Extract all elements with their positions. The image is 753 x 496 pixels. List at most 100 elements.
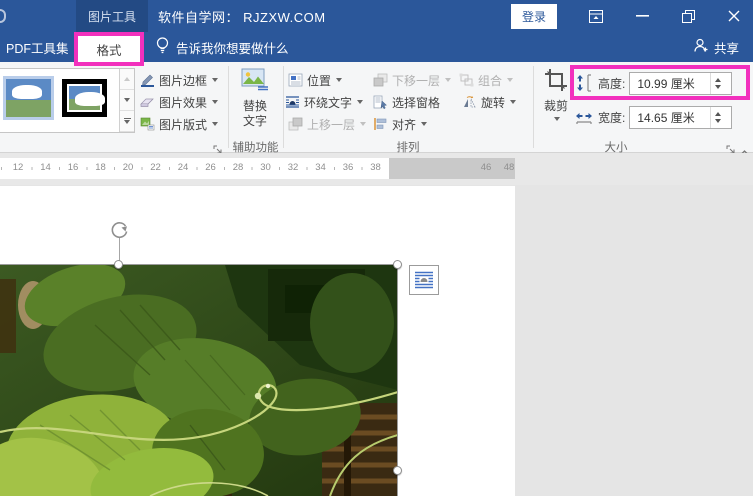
bring-forward-button: 上移一层	[288, 115, 367, 133]
ruler-number: 46	[480, 162, 492, 173]
height-input[interactable]	[630, 76, 711, 90]
shape-width-icon	[575, 108, 595, 126]
selection-pane-label: 选择窗格	[392, 95, 441, 110]
bring-forward-label: 上移一层	[307, 117, 356, 132]
ruler-zone: 12 14 16 18 20 22 24 26 28 30 32 34 36 3…	[0, 153, 753, 185]
picture-border-button[interactable]: 图片边框	[140, 71, 219, 89]
minimize-button[interactable]	[627, 0, 657, 32]
dropdown-icon	[212, 122, 219, 126]
ruler-number: 24	[177, 162, 189, 173]
height-label: 高度:	[598, 76, 626, 91]
format-tab-highlight: 格式	[74, 32, 144, 66]
picture-effects-label: 图片效果	[159, 95, 208, 110]
ruler-number: 26	[205, 162, 216, 173]
spin-up-icon	[715, 77, 722, 82]
resize-handle-top-center[interactable]	[114, 260, 123, 269]
dropdown-icon	[445, 78, 452, 82]
ruler-number: 18	[95, 162, 106, 173]
shape-height-icon	[575, 74, 595, 92]
restore-icon	[681, 9, 695, 23]
picture-style-soft-edge[interactable]	[6, 79, 51, 117]
align-button[interactable]: 对齐	[373, 115, 428, 133]
bring-forward-icon	[288, 117, 303, 131]
ribbon-display-options-button[interactable]	[581, 0, 611, 32]
crop-icon	[544, 68, 568, 95]
document-area	[0, 185, 753, 496]
alt-text-label-line2: 文字	[242, 114, 267, 128]
selected-picture[interactable]	[0, 265, 398, 496]
group-button: 组合	[459, 71, 514, 89]
ruler-number: 12	[12, 162, 24, 173]
width-spinner[interactable]	[710, 106, 725, 128]
selection-pane-icon	[373, 95, 388, 110]
position-icon	[288, 73, 303, 87]
horizontal-ruler[interactable]: 12 14 16 18 20 22 24 26 28 30 32 34 36 3…	[0, 158, 753, 179]
height-input-box	[629, 71, 733, 95]
rotate-button[interactable]: 旋转	[462, 93, 517, 111]
dropdown-icon	[510, 100, 517, 104]
dropdown-icon	[357, 100, 364, 104]
width-input-box	[629, 105, 733, 129]
tab-format[interactable]: 格式	[78, 36, 140, 62]
gallery-scroll-up-button[interactable]	[120, 69, 134, 90]
tab-pdf-toolset[interactable]: PDF工具集	[0, 32, 75, 62]
window-title: 软件自学网： RJZXW.COM	[158, 9, 326, 25]
ruler-number: 16	[67, 162, 79, 173]
rotation-handle-icon	[111, 222, 128, 238]
title-bar: 图片工具 软件自学网： RJZXW.COM 登录	[0, 0, 753, 32]
dropdown-icon	[360, 122, 367, 126]
alt-text-button[interactable]: 替换 文字	[231, 68, 279, 140]
send-backward-label: 下移一层	[392, 73, 441, 88]
word-window: 图片工具 软件自学网： RJZXW.COM 登录 PDF工具集 格式 告诉我你想…	[0, 0, 753, 496]
resize-handle-middle-right[interactable]	[393, 466, 402, 475]
ruler-number: 22	[150, 162, 161, 173]
resize-handle-top-right[interactable]	[393, 260, 402, 269]
spin-up-icon	[715, 111, 722, 116]
ruler-number: 34	[315, 162, 326, 173]
wrap-text-button[interactable]: 环绕文字	[285, 93, 364, 111]
share-label: 共享	[713, 41, 739, 56]
picture-layout-label: 图片版式	[159, 117, 208, 132]
gallery-scroll-down-button[interactable]	[120, 90, 134, 111]
scroll-down-icon	[124, 98, 130, 102]
dropdown-icon	[507, 78, 514, 82]
width-label: 宽度:	[598, 110, 626, 125]
rotate-label: 旋转	[481, 95, 506, 110]
rotate-icon	[462, 95, 477, 109]
position-label: 位置	[307, 73, 332, 88]
tell-me-box[interactable]: 告诉我你想要做什么	[156, 32, 289, 62]
position-button[interactable]: 位置	[288, 71, 343, 89]
selection-pane-button[interactable]: 选择窗格	[373, 93, 440, 111]
picture-style-simple-frame[interactable]	[62, 79, 107, 117]
selection-border-right	[397, 264, 398, 496]
height-spinner[interactable]	[710, 72, 725, 94]
close-button[interactable]	[719, 0, 749, 32]
picture-effects-icon	[140, 95, 155, 109]
ruler-number: 30	[260, 162, 271, 173]
align-icon	[373, 117, 388, 131]
login-button[interactable]: 登录	[510, 3, 557, 29]
ribbon-display-options-icon	[589, 9, 603, 23]
picture-border-label: 图片边框	[159, 73, 208, 88]
lightbulb-icon	[156, 37, 169, 57]
picture-layout-button[interactable]: 图片版式	[140, 115, 219, 133]
ruler-margin-area	[389, 158, 515, 179]
layout-options-icon	[415, 271, 433, 289]
layout-options-button[interactable]	[409, 265, 439, 295]
ruler-number: 48	[503, 162, 515, 173]
dropdown-icon	[212, 100, 219, 104]
group-objects-icon	[459, 73, 474, 87]
ribbon-tab-row: PDF工具集 格式 告诉我你想要做什么 共享	[0, 32, 753, 66]
picture-styles-gallery[interactable]	[0, 68, 135, 133]
width-input[interactable]	[630, 110, 711, 124]
wrap-text-icon	[285, 95, 300, 109]
picture-effects-button[interactable]: 图片效果	[140, 93, 219, 111]
restore-button[interactable]	[673, 0, 703, 32]
crop-button[interactable]: 裁剪	[536, 68, 576, 140]
tell-me-label: 告诉我你想要做什么	[176, 41, 289, 56]
picture-layout-icon	[140, 117, 155, 131]
contextual-tab-group-picture-tools: 图片工具	[76, 0, 148, 32]
gallery-more-button[interactable]	[120, 111, 134, 132]
share-button[interactable]: 共享	[693, 32, 739, 62]
ruler-number: 20	[122, 162, 134, 173]
